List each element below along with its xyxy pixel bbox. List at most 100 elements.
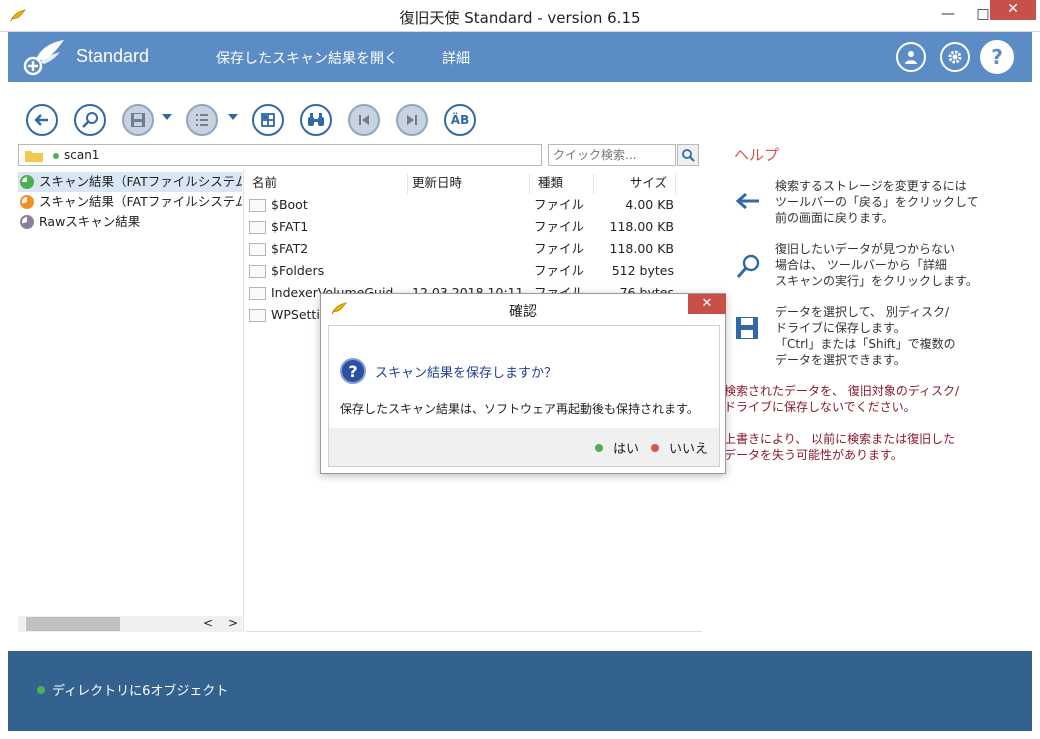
folder-icon <box>25 151 43 162</box>
file-type: ファイル <box>534 219 585 234</box>
window-titlebar: 復旧天使 Standard - version 6.15 — □ ✕ <box>0 0 1040 32</box>
file-type: ファイル <box>534 263 585 278</box>
select-list-button[interactable] <box>186 104 218 136</box>
status-dot-icon <box>53 153 59 159</box>
tree-item-fat-scan-1[interactable]: スキャン結果（FATファイルシステム <box>18 172 242 192</box>
current-path: scan1 <box>64 148 100 162</box>
file-size: 4.00 KB <box>625 197 674 212</box>
file-size: 118.00 KB <box>609 241 674 256</box>
search-button[interactable] <box>677 144 699 166</box>
column-header-modified[interactable]: 更新日時 <box>412 174 530 194</box>
back-button[interactable] <box>26 104 58 136</box>
dialog-footer: はい いいえ <box>329 428 719 466</box>
yes-dot-icon <box>595 444 603 452</box>
help-text-back: 検索するストレージを変更するには ツールバーの「戻る」をクリックして 前の画面に… <box>775 179 979 225</box>
column-header-name[interactable]: 名前 <box>252 174 408 194</box>
skip-next-icon <box>407 115 417 125</box>
no-button[interactable]: いいえ <box>669 438 708 457</box>
search-icon <box>682 149 695 162</box>
select-dropdown-chevron-icon[interactable] <box>228 114 238 120</box>
scrollbar-thumb[interactable] <box>26 617 120 631</box>
status-bar: ディレクトリに6オブジェクト <box>8 651 1032 731</box>
skip-previous-icon <box>359 115 369 125</box>
checklist-icon <box>196 114 208 126</box>
save-button[interactable] <box>122 104 154 136</box>
view-mode-button[interactable] <box>252 104 284 136</box>
scan-result-icon <box>20 215 34 229</box>
dialog-question: スキャン結果を保存しますか？ <box>375 366 558 381</box>
dialog-title: 確認 <box>509 304 537 320</box>
help-warning-overwrite: 上書きにより、 以前に検索または復旧した データを失う可能性があります。 <box>724 432 956 462</box>
dialog-body: ? スキャン結果を保存しますか？ 保存したスキャン結果は、ソフトウェア再起動後も… <box>328 325 720 467</box>
save-dropdown-chevron-icon[interactable] <box>162 114 172 120</box>
brand-label: Standard <box>76 46 150 66</box>
binoculars-icon <box>308 113 324 126</box>
help-text-advanced-scan: 復旧したいデータが見つからない 場合は、 ツールバーから「詳細 スキャンの実行」… <box>775 242 978 288</box>
file-name: $FAT2 <box>271 241 309 256</box>
sort-button[interactable]: ÄB <box>444 104 476 136</box>
quick-search-input[interactable] <box>548 144 676 166</box>
scan-results-tree: スキャン結果（FATファイルシステム スキャン結果（FATファイルシステム Ra… <box>18 170 244 632</box>
angel-logo-icon <box>23 40 64 76</box>
floppy-disk-icon <box>736 317 758 339</box>
scroll-left-icon[interactable]: < <box>203 616 213 630</box>
tree-item-fat-scan-2[interactable]: スキャン結果（FATファイルシステム <box>18 192 242 212</box>
find-button[interactable] <box>300 104 332 136</box>
magnifier-icon <box>736 254 760 278</box>
next-button[interactable] <box>396 104 428 136</box>
close-button[interactable]: ✕ <box>990 0 1036 20</box>
yes-button[interactable]: はい <box>613 438 639 457</box>
settings-button[interactable] <box>940 42 970 72</box>
advanced-scan-button[interactable] <box>74 104 106 136</box>
open-saved-scan-link[interactable]: 保存したスキャン結果を開く <box>216 48 398 68</box>
file-name: $Boot <box>271 197 308 212</box>
arrow-left-icon <box>735 192 759 210</box>
file-icon <box>249 199 266 212</box>
tree-item-label: スキャン結果（FATファイルシステム <box>39 194 242 209</box>
help-title: ヘルプ <box>734 146 780 164</box>
dialog-close-button[interactable]: ✕ <box>688 294 726 314</box>
table-row[interactable]: $Boot ファイル 4.00 KB <box>246 194 702 216</box>
file-icon <box>249 287 266 300</box>
column-header-size[interactable]: サイズ <box>598 174 676 194</box>
file-type: ファイル <box>534 241 585 256</box>
table-row[interactable]: $FAT1 ファイル 118.00 KB <box>246 216 702 238</box>
scan-result-icon <box>20 175 34 189</box>
question-icon: ? <box>340 358 366 384</box>
details-link[interactable]: 詳細 <box>442 48 470 68</box>
tree-item-raw-scan[interactable]: Rawスキャン結果 <box>18 212 242 232</box>
floppy-disk-icon <box>131 113 145 127</box>
dialog-message: 保存したスキャン結果は、ソフトウェア再起動後も保持されます。 <box>340 402 699 416</box>
window-title: 復旧天使 Standard - version 6.15 <box>399 9 641 27</box>
table-row[interactable]: $Folders ファイル 512 bytes <box>246 260 702 282</box>
path-bar: scan1 <box>18 144 542 166</box>
help-text-save: データを選択して、 別ディスク/ ドライブに保存します。 「Ctrl」または「S… <box>775 305 956 367</box>
app-header: Standard 保存したスキャン結果を開く 詳細 ? <box>8 32 1032 82</box>
file-icon <box>249 309 266 322</box>
help-warning-save-location: 検索されたデータを、 復旧対象のディスク/ ドライブに保存しないでください。 <box>724 384 960 414</box>
help-button[interactable]: ? <box>980 40 1014 74</box>
magnifier-icon <box>82 112 98 128</box>
file-icon <box>249 221 266 234</box>
file-type: ファイル <box>534 197 585 212</box>
account-button[interactable] <box>896 42 926 72</box>
column-header-type[interactable]: 種類 <box>538 174 594 194</box>
scan-result-icon <box>20 195 34 209</box>
file-size: 512 bytes <box>611 263 674 278</box>
arrow-left-icon <box>34 114 48 126</box>
tree-item-label: スキャン結果（FATファイルシステム <box>39 174 242 189</box>
status-text: ディレクトリに6オブジェクト <box>52 684 229 699</box>
file-name: $Folders <box>271 263 325 278</box>
file-icon <box>249 265 266 278</box>
file-icon <box>249 243 266 256</box>
status-dot-icon <box>37 686 45 694</box>
file-name: $FAT1 <box>271 219 309 234</box>
previous-button[interactable] <box>348 104 380 136</box>
file-size: 118.00 KB <box>609 219 674 234</box>
scroll-right-icon[interactable]: > <box>228 616 238 630</box>
tree-item-label: Rawスキャン結果 <box>39 214 141 229</box>
grid-view-icon <box>261 113 275 127</box>
tree-horizontal-scrollbar[interactable]: < > <box>18 616 242 632</box>
table-row[interactable]: $FAT2 ファイル 118.00 KB <box>246 238 702 260</box>
confirm-dialog: 確認 ✕ ? スキャン結果を保存しますか？ 保存したスキャン結果は、ソフトウェア… <box>320 293 726 474</box>
